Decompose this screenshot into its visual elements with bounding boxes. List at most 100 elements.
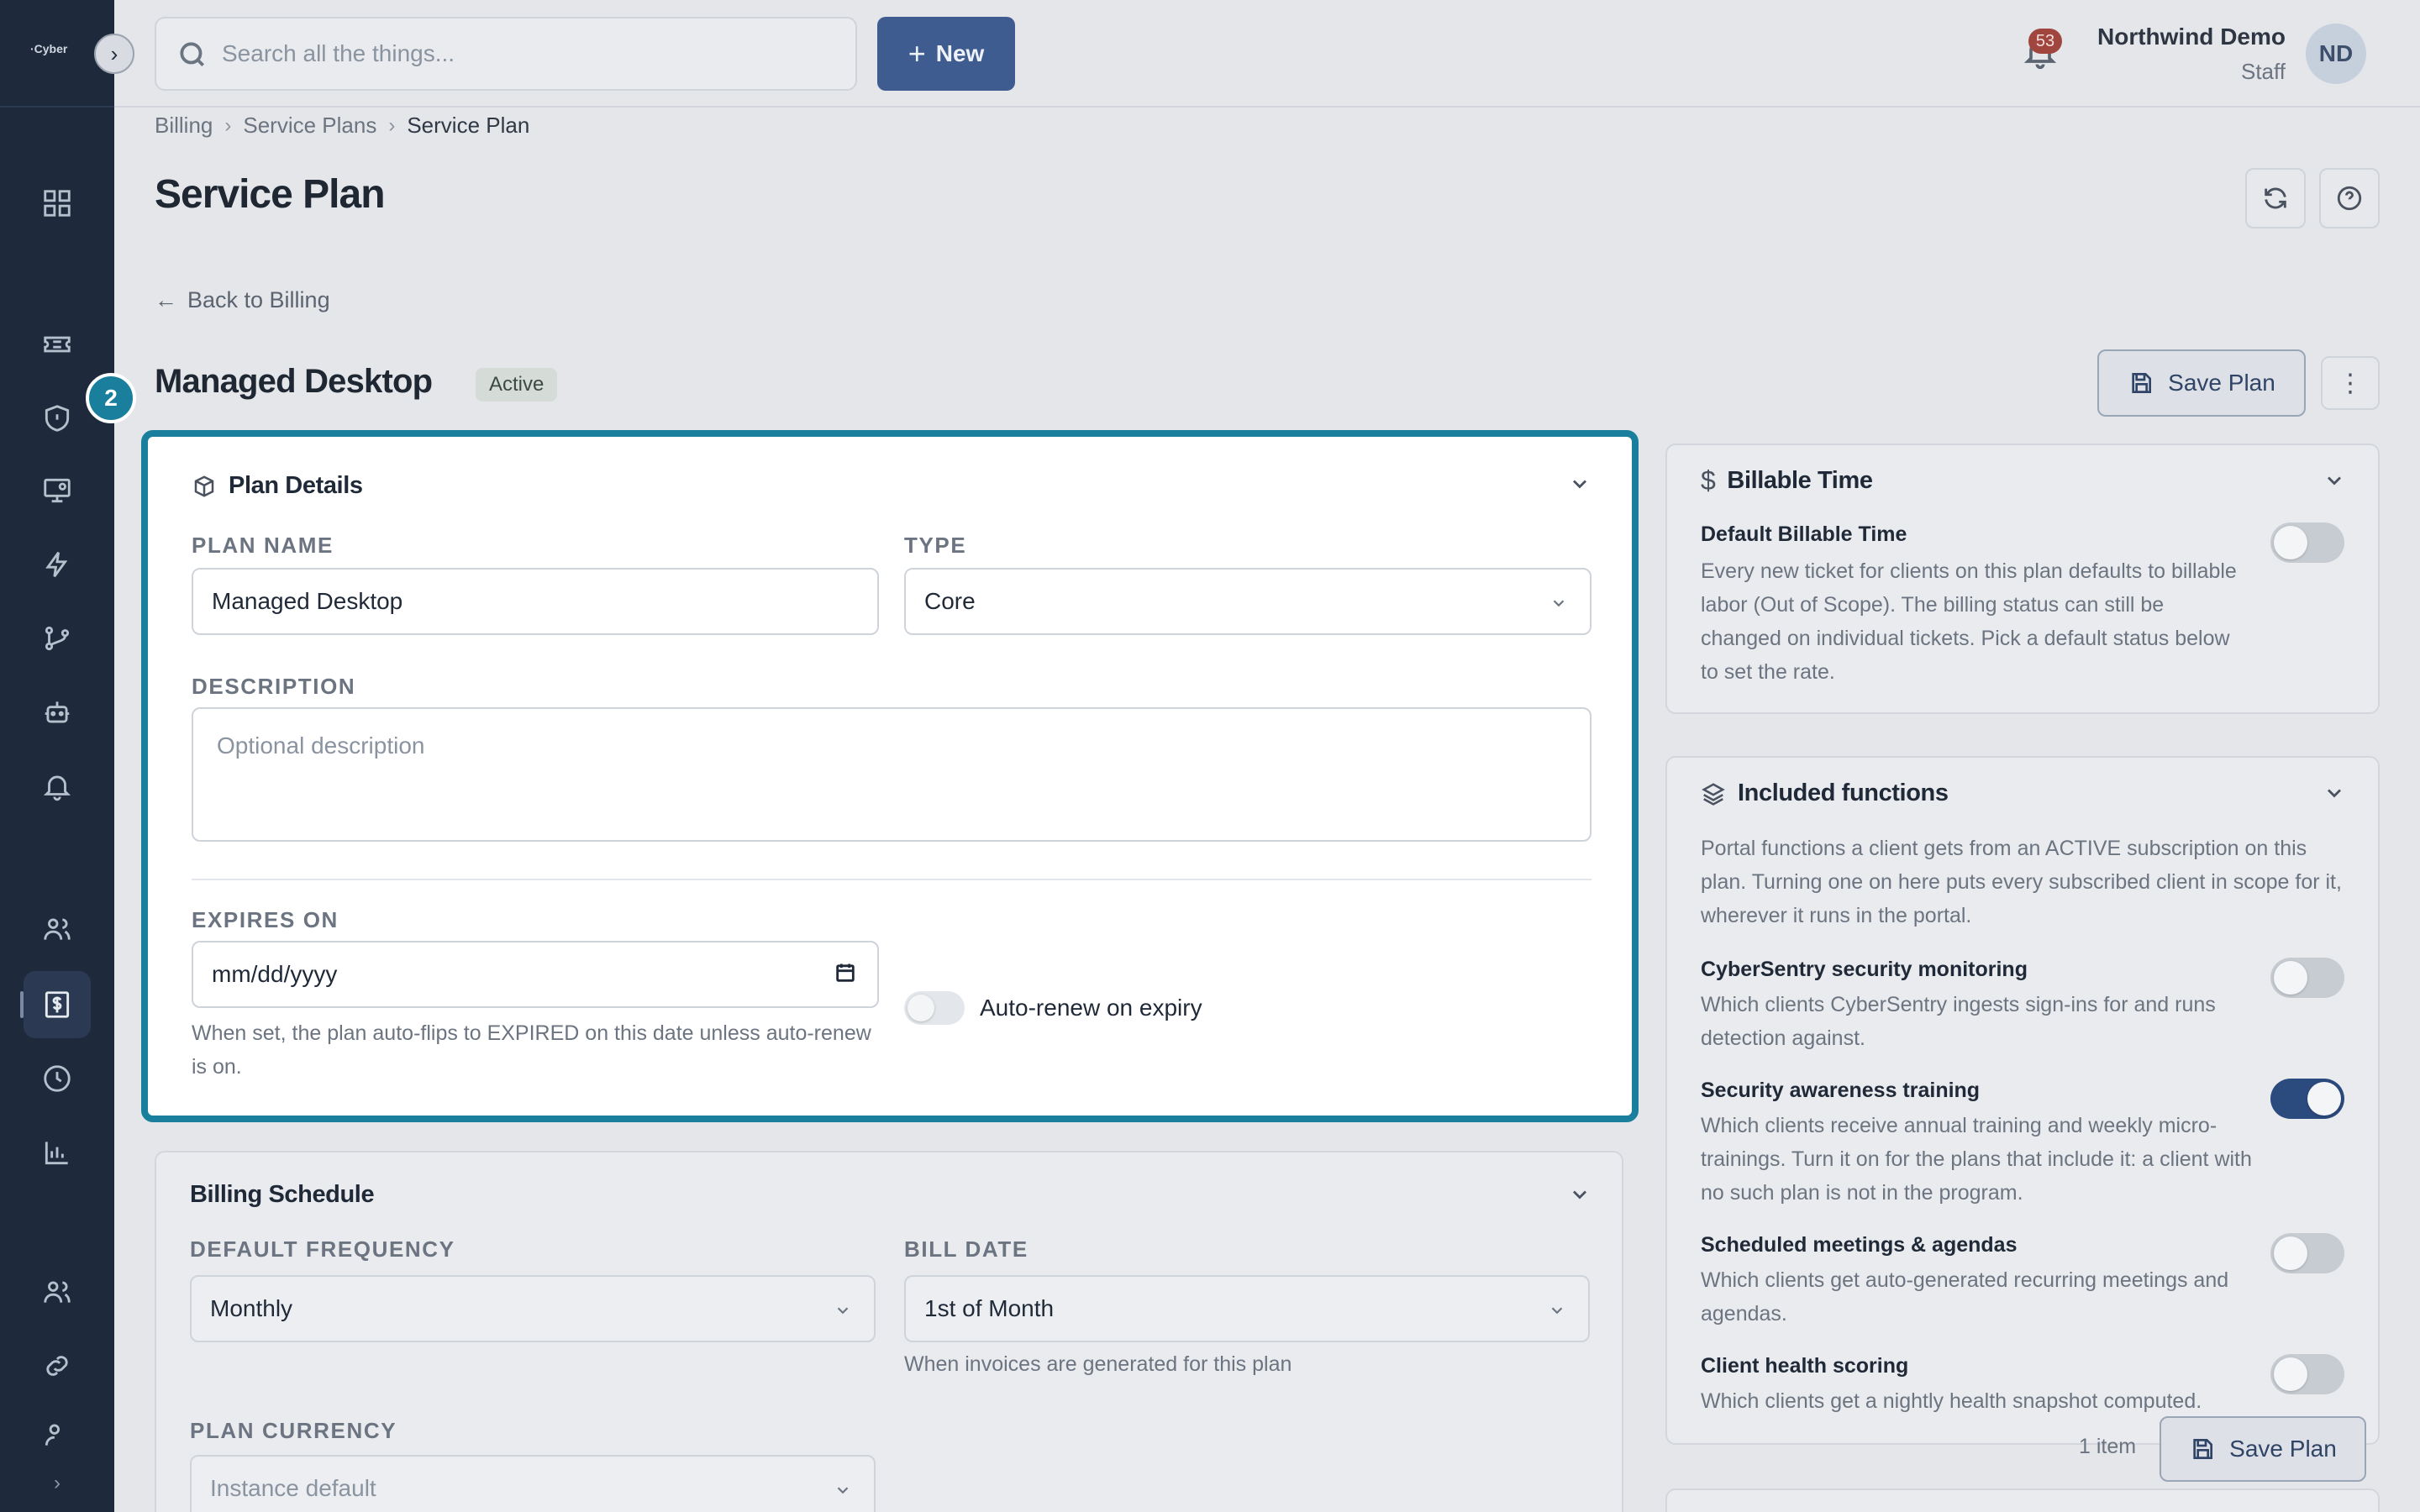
sidebar-item-agents[interactable]: [35, 690, 79, 734]
description-textarea[interactable]: Optional description: [192, 707, 1591, 842]
ticket-icon: [44, 336, 71, 353]
scheduled-meetings-toggle[interactable]: [2270, 1233, 2344, 1273]
client-health-toggle[interactable]: [2270, 1354, 2344, 1394]
save-plan-label: Save Plan: [2168, 370, 2275, 396]
frequency-label: DEFAULT FREQUENCY: [190, 1236, 455, 1262]
git-branch-icon: [45, 626, 70, 651]
included-functions-title: Included functions: [1738, 780, 1949, 806]
save-plan-button-bottom[interactable]: Save Plan: [2160, 1416, 2366, 1482]
currency-select[interactable]: Instance default: [190, 1455, 876, 1512]
plan-heading: Managed Desktop: [155, 363, 433, 400]
auto-renew-toggle[interactable]: [904, 991, 965, 1025]
save-plan-bottom-label: Save Plan: [2229, 1436, 2337, 1462]
save-plan-button[interactable]: Save Plan: [2097, 349, 2306, 417]
cybersentry-toggle[interactable]: [2270, 958, 2344, 998]
sidebar-item-integrations[interactable]: [35, 1344, 79, 1388]
package-icon: [194, 475, 214, 497]
default-billable-time-toggle[interactable]: [2270, 522, 2344, 563]
sidebar-item-automation[interactable]: [35, 543, 79, 586]
sidebar-item-alerts[interactable]: [35, 764, 79, 808]
sidebar-item-time[interactable]: [35, 1057, 79, 1100]
function-title: Scheduled meetings & agendas: [1701, 1233, 2018, 1257]
sidebar-item-settings[interactable]: [35, 1418, 79, 1452]
function-desc: Which clients receive annual training an…: [1701, 1114, 2252, 1205]
breadcrumb-service-plans[interactable]: Service Plans: [243, 113, 376, 139]
team-icon: [44, 1281, 71, 1303]
expires-date-input[interactable]: mm/dd/yyyy: [192, 941, 879, 1008]
shield-icon: [45, 405, 70, 432]
chevron-down-icon[interactable]: [1568, 1183, 1591, 1206]
breadcrumb-billing[interactable]: Billing: [155, 113, 213, 139]
sidebar-divider: [0, 106, 114, 108]
billing-schedule-title[interactable]: Billing Schedule: [190, 1181, 375, 1209]
sidebar-collapse-button[interactable]: ›: [94, 34, 134, 74]
security-training-toggle[interactable]: [2270, 1079, 2344, 1119]
description-placeholder: Optional description: [217, 732, 425, 759]
description-label: DESCRIPTION: [192, 674, 356, 699]
sidebar-item-tickets[interactable]: [35, 323, 79, 366]
plan-details-header[interactable]: Plan Details: [192, 472, 363, 500]
app-logo[interactable]: ·Cyber: [30, 42, 81, 64]
status-badge: Active: [476, 368, 558, 402]
expires-hint: When set, the plan auto-flips to EXPIRED…: [192, 1021, 871, 1079]
calendar-icon[interactable]: [834, 961, 859, 986]
chevron-down-icon: [834, 1299, 854, 1319]
robot-icon: [45, 701, 70, 723]
chevron-down-icon: [1548, 1299, 1568, 1319]
grid-icon: [44, 190, 71, 217]
sidebar-item-workflows[interactable]: [35, 617, 79, 660]
chevron-down-icon[interactable]: [2323, 469, 2346, 492]
sidebar-item-team[interactable]: [35, 1270, 79, 1314]
bell-icon: [43, 775, 71, 801]
help-button[interactable]: [2319, 168, 2380, 228]
function-desc: Which clients get auto-generated recurri…: [1701, 1268, 2229, 1326]
default-billable-time-title: Default Billable Time: [1701, 522, 1907, 546]
frequency-select[interactable]: Monthly: [190, 1275, 876, 1342]
more-options-button[interactable]: ⋮: [2321, 356, 2380, 410]
clock-icon: [44, 1065, 71, 1092]
auto-renew-label: Auto-renew on expiry: [980, 995, 1202, 1021]
save-icon: [2193, 1439, 2213, 1459]
billing-schedule-card: Billing Schedule DEFAULT FREQUENCY Month…: [155, 1151, 1623, 1512]
new-button-label: New: [935, 40, 985, 66]
sidebar-item-devices[interactable]: [35, 469, 79, 512]
bill-date-select[interactable]: 1st of Month: [904, 1275, 1590, 1342]
included-functions-intro: Portal functions a client gets from an A…: [1701, 837, 2342, 927]
plan-name-input[interactable]: Managed Desktop: [192, 568, 879, 635]
user-gear-icon: [45, 1424, 60, 1446]
sidebar-item-security[interactable]: [35, 396, 79, 440]
lightning-icon: [45, 551, 68, 578]
chevron-right-icon[interactable]: ›: [54, 1472, 60, 1495]
help-icon: [2337, 186, 2362, 211]
dollar-icon: $: [1701, 465, 1716, 496]
sidebar-item-reports[interactable]: [35, 1131, 79, 1174]
user-name[interactable]: Northwind Demo: [2097, 24, 2286, 50]
chevron-down-icon[interactable]: [2323, 781, 2346, 805]
save-icon: [2132, 373, 2152, 393]
bar-chart-icon: [45, 1142, 68, 1165]
billable-time-header[interactable]: $ Billable Time: [1701, 465, 1873, 496]
search-placeholder: Search all the things...: [222, 40, 455, 66]
chevron-down-icon[interactable]: [1568, 472, 1591, 496]
sidebar-item-billing[interactable]: [20, 971, 91, 1038]
link-icon: [46, 1356, 68, 1376]
type-select[interactable]: Core: [904, 568, 1591, 635]
type-value: Core: [924, 588, 976, 614]
chevron-right-icon: ›: [388, 113, 396, 137]
back-to-billing-link[interactable]: ← Back to Billing: [155, 287, 330, 313]
function-desc: Which clients get a nightly health snaps…: [1701, 1389, 2202, 1413]
refresh-button[interactable]: [2245, 168, 2306, 228]
sidebar: ·Cyber ›: [0, 0, 114, 1512]
sidebar-item-clients[interactable]: [35, 907, 79, 951]
plus-icon: +: [908, 36, 926, 71]
avatar[interactable]: ND: [2306, 24, 2366, 84]
back-label: Back to Billing: [187, 287, 330, 312]
new-button[interactable]: + New: [877, 17, 1015, 91]
plan-details-title: Plan Details: [229, 472, 363, 499]
sidebar-item-dashboard[interactable]: [35, 181, 79, 225]
bill-date-label: BILL DATE: [904, 1236, 1028, 1262]
included-functions-header[interactable]: Included functions: [1701, 780, 1949, 807]
topbar: Search all the things... + New Northwind…: [114, 0, 2420, 108]
function-title: CyberSentry security monitoring: [1701, 958, 2028, 981]
search-input[interactable]: Search all the things...: [155, 17, 857, 91]
